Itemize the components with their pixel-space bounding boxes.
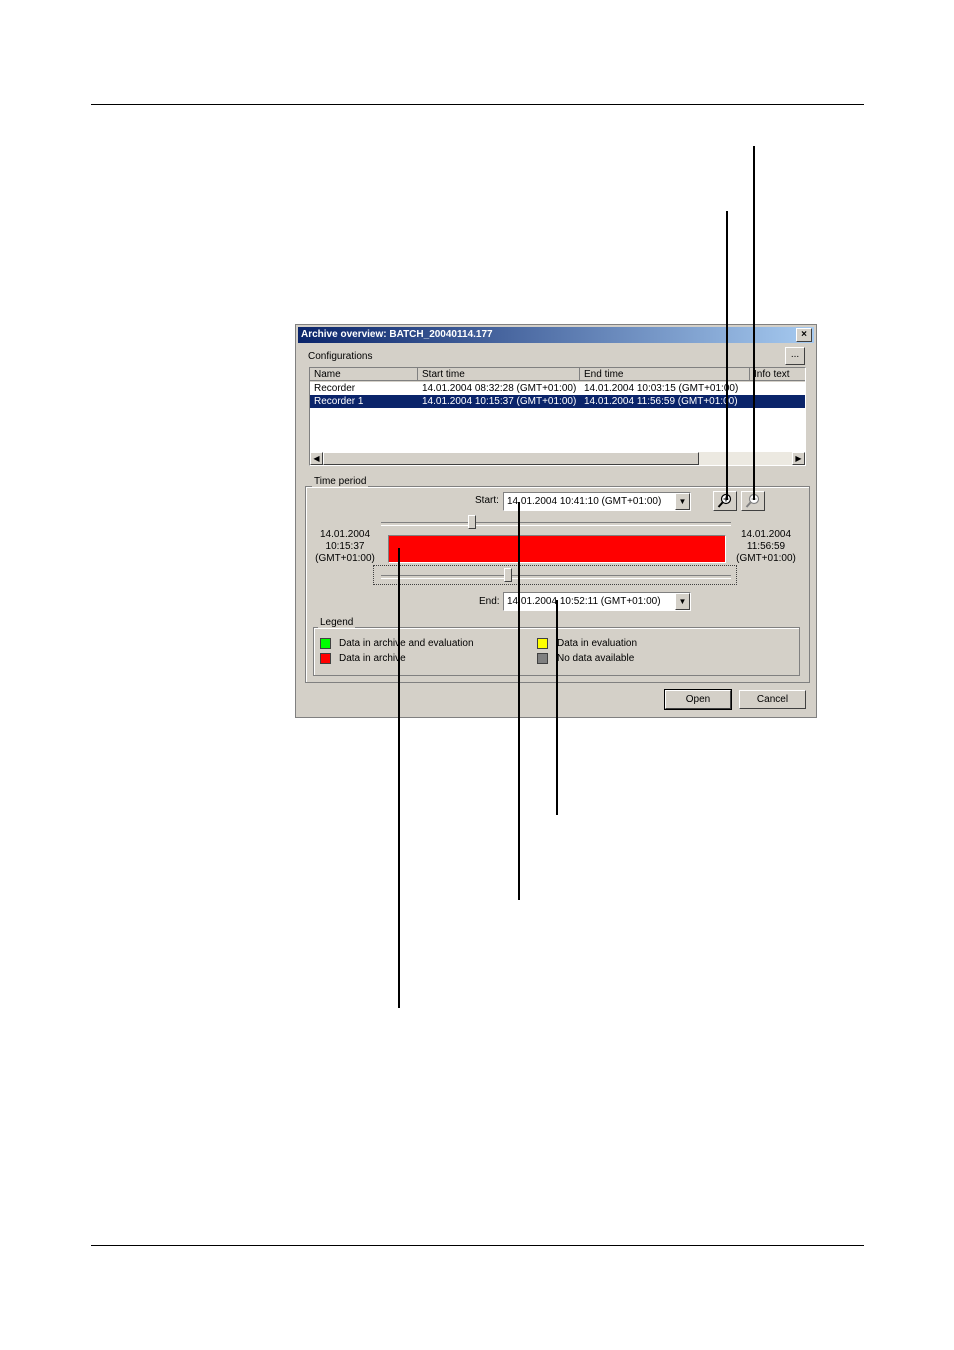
configurations-list[interactable]: Name Start time End time Info text Recor… — [309, 367, 806, 466]
scroll-left-icon[interactable]: ◀ — [310, 452, 323, 465]
row-start: 14.01.2004 10:15:37 (GMT+01:00) — [422, 396, 577, 407]
close-button[interactable]: × — [796, 328, 812, 342]
legend-swatch-archive — [320, 653, 331, 664]
horizontal-scrollbar[interactable]: ◀ ▶ — [310, 452, 805, 465]
callout-line-time-bar — [398, 548, 400, 1008]
scroll-right-icon[interactable]: ▶ — [792, 452, 805, 465]
end-label: End: — [479, 596, 500, 607]
scroll-thumb[interactable] — [323, 452, 699, 465]
row-name: Recorder — [314, 383, 356, 394]
legend-text: Data in archive and evaluation — [339, 638, 474, 649]
end-slider-thumb[interactable] — [504, 568, 512, 582]
dialog-titlebar[interactable]: Archive overview: BATCH_20040114.177 × — [298, 327, 814, 343]
row-start: 14.01.2004 08:32:28 (GMT+01:00) — [422, 383, 577, 394]
start-slider-thumb[interactable] — [468, 515, 476, 529]
row-end: 14.01.2004 10:03:15 (GMT+01:00) — [584, 383, 739, 394]
column-end-time[interactable]: End time — [580, 368, 750, 381]
table-row[interactable]: Recorder 1 14.01.2004 10:15:37 (GMT+01:0… — [310, 395, 805, 408]
chevron-down-icon[interactable]: ▼ — [675, 593, 690, 610]
configurations-label: Configurations — [308, 351, 373, 362]
legend-text: Data in archive — [339, 653, 406, 664]
start-slider-track[interactable] — [381, 522, 731, 526]
range-start-timestamp: 14.01.2004 10:15:37 (GMT+01:00) — [315, 529, 375, 564]
cancel-button[interactable]: Cancel — [739, 690, 806, 709]
end-time-combo[interactable]: 14.01.2004 10:52:11 (GMT+01:00) ▼ — [503, 592, 691, 611]
start-time-combo[interactable]: 14.01.2004 10:41:10 (GMT+01:00) ▼ — [503, 492, 691, 511]
footer-rule — [91, 1245, 864, 1246]
zoom-in-icon — [717, 493, 732, 508]
callout-line-start-field — [518, 502, 520, 900]
legend-text: Data in evaluation — [557, 638, 638, 649]
time-period-label: Time period — [312, 476, 369, 487]
zoom-in-button[interactable] — [713, 491, 737, 511]
end-slider-track[interactable] — [381, 575, 731, 579]
row-end: 14.01.2004 11:56:59 (GMT+01:00) — [584, 396, 738, 407]
legend-swatch-evaluation — [537, 638, 548, 649]
end-time-value: 14.01.2004 10:52:11 (GMT+01:00) — [507, 596, 661, 607]
header-rule — [91, 104, 864, 105]
chevron-down-icon[interactable]: ▼ — [675, 493, 690, 510]
callout-line-zoom-out — [753, 146, 755, 500]
legend-swatch-no-data — [537, 653, 548, 664]
row-name: Recorder 1 — [314, 396, 364, 407]
list-header: Name Start time End time Info text — [310, 368, 805, 382]
callout-line-zoom-in — [726, 211, 728, 500]
column-info-text[interactable]: Info text — [750, 368, 805, 381]
range-end-timestamp: 14.01.2004 11:56:59 (GMT+01:00) — [736, 529, 796, 564]
column-name[interactable]: Name — [310, 368, 418, 381]
open-button[interactable]: Open — [664, 689, 732, 710]
legend-swatch-archive-and-evaluation — [320, 638, 331, 649]
column-start-time[interactable]: Start time — [418, 368, 580, 381]
legend-text: No data available — [557, 653, 635, 664]
legend-label: Legend — [318, 617, 356, 628]
callout-line-end-field — [556, 600, 558, 815]
browse-button[interactable]: ... — [785, 347, 805, 365]
table-row[interactable]: Recorder 14.01.2004 08:32:28 (GMT+01:00)… — [310, 382, 805, 395]
start-label: Start: — [475, 495, 499, 506]
dialog-title: Archive overview: BATCH_20040114.177 — [301, 329, 493, 340]
archive-time-bar — [388, 535, 726, 563]
start-time-value: 14.01.2004 10:41:10 (GMT+01:00) — [507, 496, 662, 507]
